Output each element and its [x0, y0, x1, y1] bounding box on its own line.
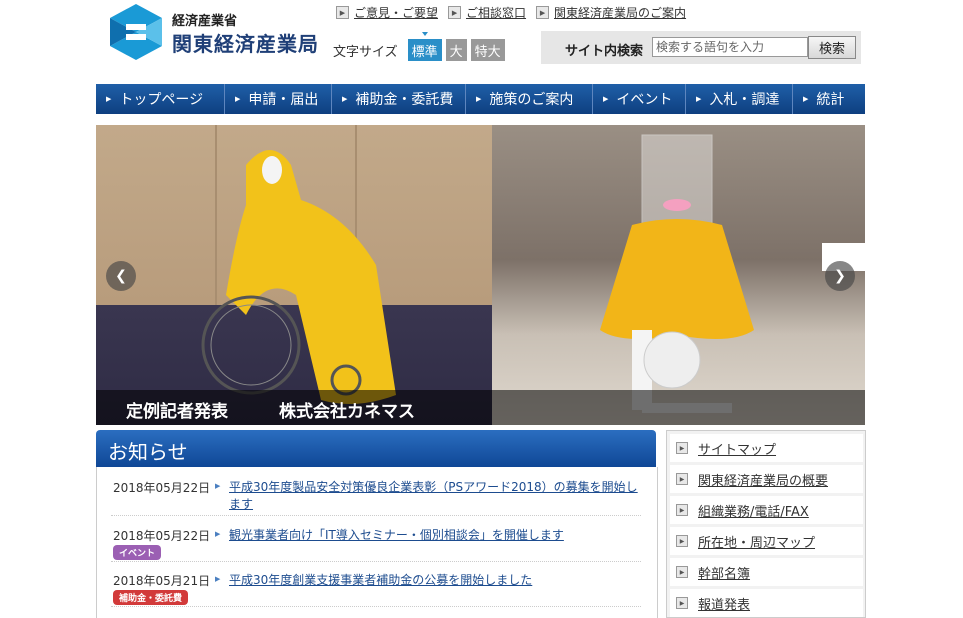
link-box-icon: ▶: [676, 597, 688, 609]
link-box-icon: ▶: [676, 535, 688, 547]
event-tag: イベント: [113, 545, 162, 560]
link-box-icon: ▶: [676, 473, 688, 485]
nav-arrow-icon: ▶: [342, 95, 348, 103]
top-link-guide[interactable]: ▶ 関東経済産業局のご案内: [536, 4, 686, 21]
nav-arrow-icon: ▶: [803, 95, 809, 103]
logo-mark-icon: [110, 4, 162, 60]
org-sub-name: 経済産業省: [172, 14, 238, 29]
site-logo[interactable]: 経済産業省 関東経済産業局: [110, 4, 320, 60]
side-link-organization[interactable]: ▶ 組織業務/電話/FAX: [670, 496, 863, 524]
news-title: お知らせ: [108, 440, 188, 464]
carousel-next-button[interactable]: ❯: [825, 261, 855, 291]
nav-item-policy[interactable]: ▶ 施策のご案内: [466, 84, 593, 114]
link-box-icon: ▶: [448, 6, 462, 19]
news-link[interactable]: 観光事業者向け「IT導入セミナー・個別相談会」を開催します: [229, 527, 639, 544]
news-header: お知らせ: [96, 430, 656, 467]
hero-caption-company: 株式会社カネマス: [279, 402, 415, 422]
nav-item-top[interactable]: ▶ トップページ: [96, 84, 225, 114]
wheelchair-photo: [201, 125, 396, 404]
news-date: 2018年05月22日: [113, 529, 211, 543]
hero-photo-right: [492, 125, 865, 425]
hero-caption: 定例記者発表 株式会社カネマス: [96, 390, 865, 425]
search-input[interactable]: [652, 37, 808, 57]
top-link-consultation[interactable]: ▶ ご相談窓口: [448, 4, 526, 21]
news-date: 2018年05月21日: [113, 574, 211, 588]
news-item: 2018年05月22日 ▶ 平成30年度製品安全対策優良企業表彰（PSアワード2…: [111, 479, 641, 516]
nav-item-subsidy[interactable]: ▶ 補助金・委託費: [332, 84, 466, 114]
link-box-icon: ▶: [676, 504, 688, 516]
font-size-large-button[interactable]: 大: [445, 39, 467, 61]
link-box-icon: ▶: [676, 566, 688, 578]
news-list: 2018年05月22日 ▶ 平成30年度製品安全対策優良企業表彰（PSアワード2…: [96, 467, 658, 618]
top-link-opinion[interactable]: ▶ ご意見・ご要望: [336, 4, 438, 21]
news-item: 2018年05月22日 イベント ▶ 観光事業者向け「IT導入セミナー・個別相談…: [111, 527, 641, 562]
bullet-arrow-icon: ▶: [215, 530, 221, 538]
bullet-arrow-icon: ▶: [215, 482, 221, 490]
chevron-left-icon: ❮: [115, 268, 127, 284]
global-nav: ▶ トップページ ▶ 申請・届出 ▶ 補助金・委託費 ▶ 施策のご案内 ▶ イベント ▶ 入…: [96, 84, 865, 114]
site-search: サイト内検索 検索: [541, 31, 861, 64]
search-button[interactable]: 検索: [808, 36, 856, 59]
news-link[interactable]: 平成30年度製品安全対策優良企業表彰（PSアワード2018）の募集を開始します: [229, 479, 639, 513]
hero-caption-title: 定例記者発表: [126, 402, 228, 422]
side-link-overview[interactable]: ▶ 関東経済産業局の概要: [670, 465, 863, 493]
hero-carousel[interactable]: 定例記者発表 株式会社カネマス ❮ ❯: [96, 125, 865, 425]
carousel-prev-button[interactable]: ❮: [106, 261, 136, 291]
nav-item-application[interactable]: ▶ 申請・届出: [225, 84, 332, 114]
org-main-name: 関東経済産業局: [172, 32, 319, 56]
link-box-icon: ▶: [536, 6, 550, 19]
news-date: 2018年05月22日: [113, 481, 211, 495]
nav-arrow-icon: ▶: [603, 95, 609, 103]
device-photo: [600, 134, 865, 413]
news-link[interactable]: 平成30年度創業支援事業者補助金の公募を開始しました: [229, 572, 639, 589]
font-size-xlarge-button[interactable]: 特大: [470, 39, 505, 61]
nav-arrow-icon: ▶: [696, 95, 702, 103]
side-link-sitemap[interactable]: ▶ サイトマップ: [670, 434, 863, 462]
side-link-press[interactable]: ▶ 報道発表: [670, 589, 863, 617]
side-links: ▶ サイトマップ ▶ 関東経済産業局の概要 ▶ 組織業務/電話/FAX ▶ 所在地・周辺…: [666, 430, 866, 618]
side-link-location[interactable]: ▶ 所在地・周辺マップ: [670, 527, 863, 555]
nav-item-statistics[interactable]: ▶ 統計: [793, 84, 865, 114]
nav-arrow-icon: ▶: [235, 95, 241, 103]
news-item: 2018年05月21日 補助金・委託費 ▶ 平成30年度創業支援事業者補助金の公…: [111, 572, 641, 607]
chevron-right-icon: ❯: [834, 268, 846, 284]
search-label: サイト内検索: [565, 44, 644, 59]
nav-arrow-icon: ▶: [106, 95, 112, 103]
side-link-executives[interactable]: ▶ 幹部名簿: [670, 558, 863, 586]
font-size-label: 文字サイズ: [333, 44, 398, 60]
nav-item-event[interactable]: ▶ イベント: [593, 84, 686, 114]
nav-arrow-icon: ▶: [476, 95, 482, 103]
top-links: ▶ ご意見・ご要望 ▶ ご相談窓口 ▶ 関東経済産業局のご案内: [336, 4, 686, 21]
bullet-arrow-icon: ▶: [215, 575, 221, 583]
link-box-icon: ▶: [336, 6, 349, 19]
subsidy-tag: 補助金・委託費: [113, 590, 189, 605]
hero-photo-left: [96, 125, 492, 425]
font-size-normal-button[interactable]: 標準: [407, 32, 442, 61]
nav-item-bidding[interactable]: ▶ 入札・調達: [686, 84, 793, 114]
font-size-switcher: 文字サイズ 標準 大 特大: [333, 32, 505, 61]
link-box-icon: ▶: [676, 442, 688, 454]
